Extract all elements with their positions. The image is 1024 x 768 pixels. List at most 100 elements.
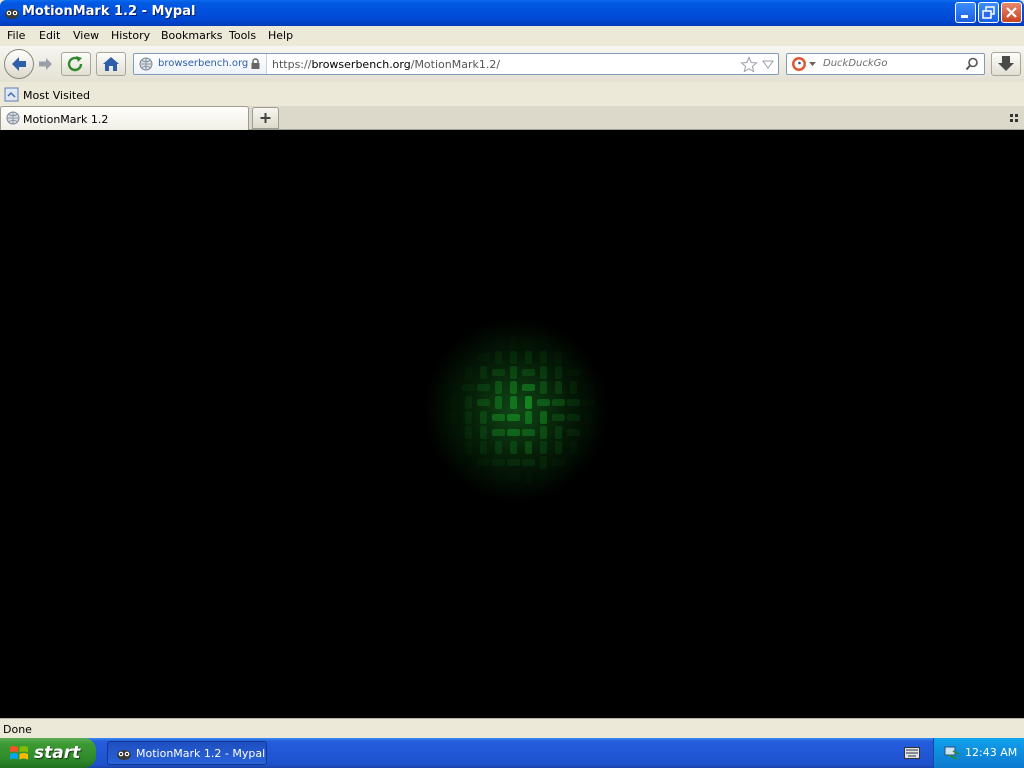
windows-logo-icon (10, 746, 28, 760)
animation-tile (567, 414, 580, 421)
animation-tile (540, 441, 547, 454)
animation-tile (492, 369, 505, 376)
animation-tile (567, 354, 580, 361)
animation-tile (555, 381, 562, 394)
taskbar-window-button[interactable]: MotionMark 1.2 - Mypal (107, 741, 267, 765)
forward-arrow-icon (39, 58, 52, 70)
url-scheme: https:// (272, 58, 312, 71)
tab-list-icon[interactable] (1009, 113, 1019, 123)
animation-tile (525, 396, 532, 409)
animation-tile (570, 441, 577, 454)
animation-tile (555, 366, 562, 379)
home-button[interactable] (96, 52, 126, 76)
duckduckgo-icon[interactable] (791, 56, 807, 72)
globe-icon (139, 57, 153, 71)
download-arrow-icon (998, 56, 1014, 71)
plus-icon (260, 113, 271, 123)
status-text: Done (3, 723, 32, 736)
animation-tile (477, 399, 490, 406)
animation-tile (525, 411, 532, 424)
site-identity-button[interactable]: browserbench.org (134, 54, 267, 74)
menu-file[interactable]: File (7, 29, 25, 42)
animation-tile (480, 426, 487, 439)
mypal-app-icon (5, 9, 19, 19)
animation-tile (507, 429, 520, 436)
animation-tile (492, 459, 505, 466)
animation-tile (570, 456, 577, 469)
minimize-icon (961, 15, 968, 18)
animation-tile (522, 339, 535, 346)
animation-tile (540, 366, 547, 379)
menu-bar: File Edit View History Bookmarks Tools H… (0, 26, 1024, 46)
menu-tools[interactable]: Tools (229, 29, 256, 42)
url-text: https://browserbench.org/MotionMark1.2/ (272, 58, 500, 71)
animation-tile (582, 399, 595, 406)
animation-tile (567, 399, 580, 406)
animation-tile (585, 411, 592, 424)
animation-tile (477, 354, 490, 361)
search-engine-dropdown-icon[interactable] (809, 62, 816, 67)
menu-edit[interactable]: Edit (39, 29, 60, 42)
keyboard-icon[interactable] (904, 747, 920, 759)
lock-icon (251, 58, 260, 69)
animation-tile (552, 459, 565, 466)
search-icon[interactable] (965, 57, 979, 71)
bookmark-star-icon[interactable] (740, 56, 758, 73)
benchmark-animation-pattern (447, 336, 595, 484)
animation-tile (507, 474, 520, 481)
restore-icon (982, 6, 995, 19)
back-button[interactable] (4, 49, 34, 79)
menu-help[interactable]: Help (268, 29, 293, 42)
minimize-button[interactable] (955, 2, 976, 23)
taskbar-window-label: MotionMark 1.2 - Mypal (136, 747, 266, 760)
animation-tile (450, 411, 457, 424)
animation-tile (495, 381, 502, 394)
search-bar[interactable]: DuckDuckGo (786, 53, 985, 75)
url-bar[interactable]: browserbench.org https://browserbench.or… (133, 53, 779, 75)
search-placeholder: DuckDuckGo (823, 58, 888, 69)
downloads-button[interactable] (991, 52, 1021, 76)
window-title: MotionMark 1.2 - Mypal (22, 4, 196, 19)
window-title-bar[interactable]: MotionMark 1.2 - Mypal (0, 0, 1024, 26)
animation-tile (492, 429, 505, 436)
animation-tile (480, 411, 487, 424)
animation-tile (522, 384, 535, 391)
page-content[interactable] (0, 130, 1024, 718)
close-button[interactable] (1001, 2, 1022, 23)
animation-tile (540, 381, 547, 394)
status-bar: Done (0, 718, 1024, 738)
animation-tile (465, 426, 472, 439)
restore-button[interactable] (978, 2, 999, 23)
animation-tile (495, 351, 502, 364)
url-host: browserbench.org (311, 58, 411, 71)
menu-history[interactable]: History (111, 29, 150, 42)
new-tab-button[interactable] (252, 107, 279, 129)
animation-tile (462, 384, 475, 391)
animation-tile (552, 414, 565, 421)
animation-tile (552, 399, 565, 406)
animation-tile (510, 366, 517, 379)
most-visited-folder-icon (4, 87, 19, 102)
menu-view[interactable]: View (73, 29, 99, 42)
animation-tile (465, 411, 472, 424)
animation-tile (492, 414, 505, 421)
url-dropdown-icon[interactable] (762, 60, 774, 69)
animation-tile (522, 369, 535, 376)
network-icon[interactable] (944, 745, 960, 761)
tab-motionmark[interactable]: MotionMark 1.2 (0, 106, 249, 130)
animation-tile (540, 456, 547, 469)
most-visited-link[interactable]: Most Visited (23, 89, 90, 102)
animation-tile (465, 351, 472, 364)
start-button[interactable]: start (0, 738, 96, 768)
identity-host: browserbench.org (158, 58, 249, 69)
animation-tile (450, 381, 457, 394)
forward-button[interactable] (34, 52, 58, 76)
reload-icon (67, 56, 83, 72)
animation-tile (555, 351, 562, 364)
animation-tile (540, 411, 547, 424)
mypal-taskbar-icon (117, 750, 131, 760)
menu-bookmarks[interactable]: Bookmarks (161, 29, 222, 42)
back-arrow-icon (12, 57, 26, 71)
animation-tile (537, 474, 550, 481)
reload-button[interactable] (61, 52, 91, 76)
